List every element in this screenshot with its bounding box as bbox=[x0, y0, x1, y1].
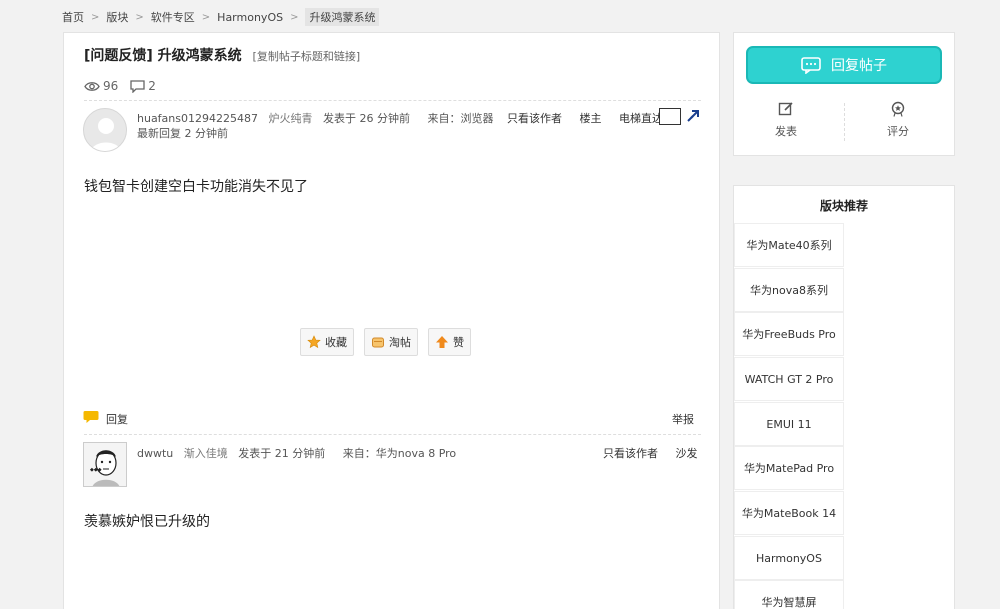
recommend-item[interactable]: 华为FreeBuds Pro bbox=[734, 312, 844, 356]
floor-label: 沙发 bbox=[675, 447, 698, 460]
breadcrumb-separator: > bbox=[201, 11, 211, 23]
new-post-label: 发表 bbox=[775, 125, 797, 138]
thread-panel: [问题反馈] 升级鸿蒙系统 [复制帖子标题和链接] 96 2 huafans01… bbox=[63, 32, 720, 609]
source-label: 来自： bbox=[427, 112, 461, 125]
up-arrow-icon bbox=[436, 336, 448, 348]
avatar[interactable]: ◆◆◆ bbox=[83, 442, 127, 487]
rate-button[interactable]: 评分 bbox=[858, 101, 938, 139]
author-name[interactable]: dwwtu bbox=[137, 447, 173, 460]
sidebar-actions: 回复帖子 发表 评分 bbox=[733, 32, 955, 156]
breadcrumb-separator: > bbox=[91, 11, 100, 23]
post-tools: 只看该作者 沙发 bbox=[603, 445, 697, 461]
svg-text:◆◆◆: ◆◆◆ bbox=[90, 467, 102, 473]
reply-bubble-icon bbox=[83, 411, 99, 423]
post-meta: huafans01294225487 炉火纯青 发表于 26 分钟前 来自：浏览… bbox=[137, 110, 493, 126]
recommend-item[interactable]: WATCH GT 2 Pro bbox=[734, 357, 844, 401]
tray-icon bbox=[372, 337, 384, 348]
thread-title-text: 升级鸿蒙系统 bbox=[157, 48, 242, 64]
badge-icon bbox=[891, 101, 905, 117]
post-content: 钱包智卡创建空白卡功能消失不见了 bbox=[84, 179, 308, 195]
divider bbox=[84, 100, 701, 101]
favorite-label: 收藏 bbox=[325, 336, 347, 349]
divider bbox=[84, 434, 701, 435]
recommend-title: 版块推荐 bbox=[819, 199, 868, 213]
collect-label: 淘帖 bbox=[389, 336, 411, 349]
author-name[interactable]: huafans01294225487 bbox=[137, 112, 258, 125]
breadcrumb-home[interactable]: 首页 bbox=[62, 9, 84, 25]
jump-arrow-icon[interactable] bbox=[686, 109, 700, 123]
favorite-button[interactable]: 收藏 bbox=[300, 328, 354, 356]
reply-thread-button[interactable]: 回复帖子 bbox=[746, 46, 942, 84]
post-source: 浏览器 bbox=[460, 112, 494, 125]
post-source: 华为nova 8 Pro bbox=[375, 447, 457, 460]
only-author-link[interactable]: 只看该作者 bbox=[603, 447, 658, 460]
collect-button[interactable]: 淘帖 bbox=[364, 328, 418, 356]
eye-icon bbox=[84, 81, 100, 91]
latest-reply: 最新回复 2 分钟前 bbox=[137, 127, 228, 140]
floor-jump-input[interactable] bbox=[659, 108, 681, 125]
recommend-item[interactable]: 华为Mate40系列 bbox=[734, 223, 844, 267]
copy-link-button[interactable]: [复制帖子标题和链接] bbox=[253, 50, 361, 63]
rate-label: 评分 bbox=[887, 125, 909, 138]
post-time: 发表于 21 分钟前 bbox=[238, 447, 326, 460]
breadcrumb-boards[interactable]: 版块 bbox=[106, 9, 128, 25]
default-avatar-icon bbox=[90, 118, 122, 151]
post-time: 发表于 26 分钟前 bbox=[322, 112, 410, 125]
user-rank: 炉火纯青 bbox=[268, 112, 313, 125]
post-content: 羡慕嫉妒恨已升级的 bbox=[84, 514, 210, 530]
chat-icon bbox=[801, 56, 821, 74]
post-actions: 收藏 淘帖 赞 bbox=[300, 328, 481, 356]
edit-icon bbox=[778, 102, 793, 116]
floor-label: 楼主 bbox=[579, 112, 602, 125]
recommend-item[interactable]: 华为智慧屏 bbox=[734, 580, 844, 609]
recommend-item[interactable]: 华为MatePad Pro bbox=[734, 446, 844, 490]
comment-icon bbox=[130, 79, 145, 93]
cartoon-avatar-icon: ◆◆◆ bbox=[90, 450, 120, 486]
breadcrumb-current: 升级鸿蒙系统 bbox=[305, 8, 380, 26]
like-button[interactable]: 赞 bbox=[428, 328, 471, 356]
breadcrumb: 首页 > 版块 > 软件专区 > HarmonyOS > 升级鸿蒙系统 bbox=[62, 7, 380, 27]
breadcrumb-harmonyos[interactable]: HarmonyOS bbox=[217, 11, 283, 24]
user-rank: 渐入佳境 bbox=[183, 447, 228, 460]
source-label: 来自： bbox=[342, 447, 376, 460]
star-icon bbox=[307, 335, 321, 349]
recommend-panel: 版块推荐 华为Mate40系列 华为nova8系列 华为FreeBuds Pro… bbox=[733, 185, 955, 609]
thread-category[interactable]: [问题反馈] bbox=[84, 48, 153, 64]
breadcrumb-separator: > bbox=[290, 11, 299, 23]
reply-thread-label: 回复帖子 bbox=[831, 58, 887, 74]
reply-link[interactable]: 回复 bbox=[106, 411, 128, 427]
elevator-label: 电梯直达 bbox=[618, 112, 663, 125]
post-tools: 只看该作者 楼主 电梯直达 bbox=[507, 110, 663, 126]
reply-count: 2 bbox=[148, 79, 156, 93]
new-post-button[interactable]: 发表 bbox=[746, 101, 826, 139]
report-link[interactable]: 举报 bbox=[672, 411, 694, 427]
thread-title: [问题反馈] 升级鸿蒙系统 [复制帖子标题和链接] bbox=[84, 45, 360, 65]
thread-stats: 96 2 bbox=[84, 79, 156, 93]
only-author-link[interactable]: 只看该作者 bbox=[507, 112, 562, 125]
recommend-item[interactable]: 华为nova8系列 bbox=[734, 268, 844, 312]
post-meta: dwwtu 渐入佳境 发表于 21 分钟前 来自：华为nova 8 Pro bbox=[137, 445, 456, 461]
recommend-item[interactable]: 华为MateBook 14 bbox=[734, 491, 844, 535]
avatar[interactable] bbox=[83, 108, 127, 152]
view-count: 96 bbox=[103, 79, 119, 93]
like-label: 赞 bbox=[453, 336, 464, 349]
recommend-item[interactable]: EMUI 11 bbox=[734, 402, 844, 446]
recommend-item[interactable]: HarmonyOS bbox=[734, 536, 844, 580]
breadcrumb-separator: > bbox=[135, 11, 144, 23]
breadcrumb-software[interactable]: 软件专区 bbox=[151, 9, 195, 25]
divider bbox=[844, 103, 845, 141]
